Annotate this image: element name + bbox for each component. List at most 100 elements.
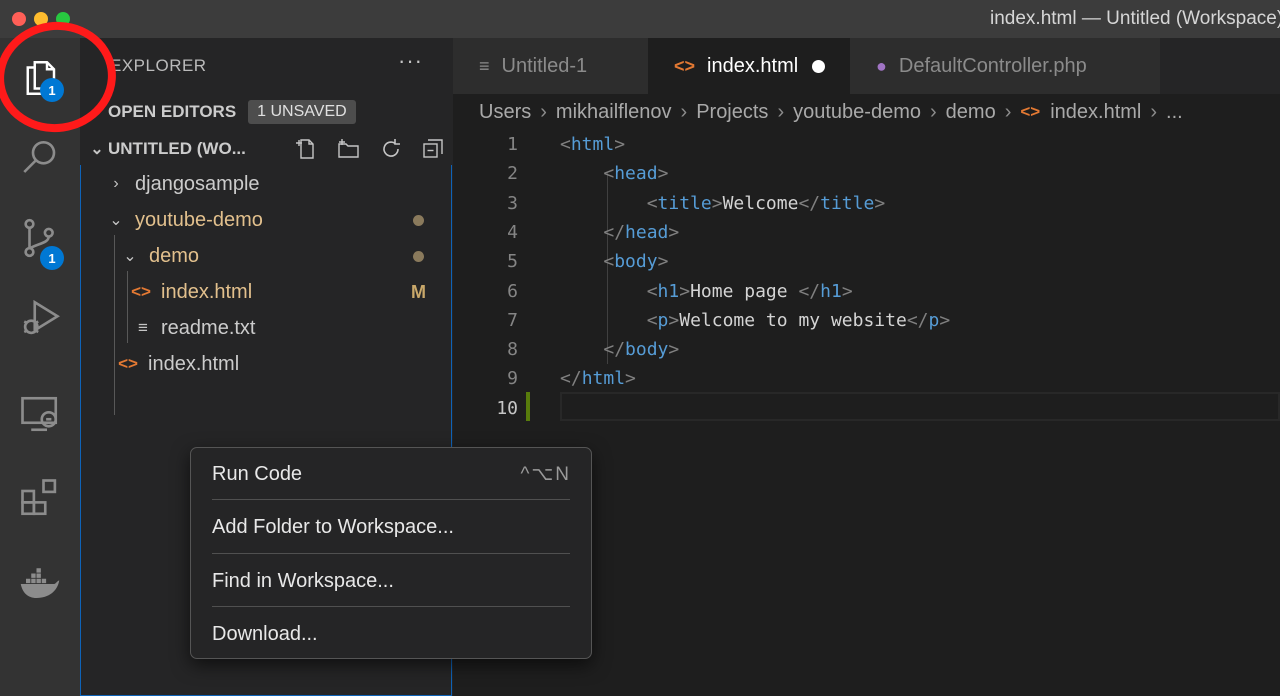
breadcrumb-item[interactable]: Projects — [696, 101, 768, 124]
code-line[interactable]: 9 </html> — [453, 364, 1280, 393]
breadcrumb-item[interactable]: youtube-demo — [793, 101, 921, 124]
new-file-icon[interactable] — [295, 137, 319, 161]
code-editor[interactable]: 1 <html> 2 <head> 3 <title>Welcome</title> 4… — [453, 128, 1280, 428]
menu-item-find-in-workspace[interactable]: Find in Workspace... — [191, 561, 591, 601]
activity-source-control[interactable]: 1 — [0, 198, 80, 278]
code-line[interactable]: 10 — [453, 394, 1280, 423]
run-debug-icon — [23, 299, 61, 335]
code-token: title — [657, 192, 712, 214]
close-window-button[interactable] — [12, 12, 26, 26]
code-token: </ — [603, 339, 626, 361]
code-line[interactable]: 1 <html> — [453, 130, 1280, 159]
unsaved-dot[interactable] — [812, 59, 826, 73]
code-text: <head> — [560, 159, 668, 188]
chevron-down-icon: ⌄ — [123, 248, 137, 265]
menu-item-label: Run Code — [212, 462, 303, 485]
code-token: h1 — [820, 280, 842, 302]
html-file-icon: <> — [1020, 102, 1041, 121]
new-folder-icon[interactable] — [337, 137, 361, 161]
tab-defaultcontroller-php[interactable]: ● DefaultController.php — [850, 38, 1160, 94]
breadcrumb-item[interactable]: Users — [479, 101, 531, 124]
code-token: title — [820, 192, 875, 214]
activity-bar: 1 1 — [0, 38, 80, 696]
tree-item-label: youtube-demo — [135, 208, 263, 231]
code-token: </ — [906, 309, 929, 331]
code-token: </ — [798, 280, 821, 302]
code-token: < — [646, 192, 658, 214]
code-line[interactable]: 8 </body> — [453, 335, 1280, 364]
unsaved-badge: 1 UNSAVED — [248, 100, 356, 124]
search-icon — [23, 140, 56, 173]
breadcrumb-item[interactable]: demo — [946, 101, 996, 124]
code-token: html — [570, 134, 615, 155]
tab-label: DefaultController.php — [898, 54, 1087, 77]
code-token: > — [711, 192, 723, 214]
tree-folder-djangosample[interactable]: › djangosample — [81, 166, 452, 202]
code-line[interactable]: 5 <body> — [453, 247, 1280, 276]
code-token: > — [614, 134, 626, 155]
menu-separator — [212, 606, 570, 607]
line-number: 3 — [507, 192, 518, 214]
breadcrumb-item[interactable]: index.html — [1050, 101, 1141, 124]
line-number: 9 — [507, 368, 518, 390]
code-token: > — [668, 339, 680, 361]
tree-folder-youtube-demo[interactable]: ⌄ youtube-demo — [81, 202, 452, 238]
tree-item-label: djangosample — [135, 172, 260, 195]
tree-file-index-html-root[interactable]: <> index.html — [81, 346, 452, 382]
code-line[interactable]: 6 <h1>Home page </h1> — [453, 277, 1280, 306]
code-token: > — [668, 309, 680, 331]
tab-label: Untitled-1 — [501, 54, 588, 77]
tree-item-label: index.html — [148, 352, 240, 375]
code-text: <title>Welcome</title> — [560, 189, 885, 218]
tree-file-index-html[interactable]: <> index.html M — [81, 274, 452, 310]
code-token: h1 — [657, 280, 680, 302]
activity-extensions[interactable] — [0, 458, 80, 538]
workspace-section[interactable]: ⌄ UNTITLED (WO... — [80, 133, 453, 165]
code-text: </body> — [560, 335, 679, 364]
activity-remote-explorer[interactable] — [0, 374, 80, 454]
code-token: > — [668, 221, 680, 243]
code-token: > — [841, 280, 853, 302]
code-token: p — [657, 309, 669, 331]
code-token: > — [657, 251, 669, 273]
workspace-label: UNTITLED (WO... — [108, 139, 246, 158]
tree-folder-demo[interactable]: ⌄ demo — [81, 238, 452, 274]
breadcrumb-item[interactable]: mikhailflenov — [556, 101, 672, 124]
code-line[interactable]: 4 </head> — [453, 218, 1280, 247]
code-line[interactable]: 2 <head> — [453, 159, 1280, 188]
code-line[interactable]: 3 <title>Welcome</title> — [453, 189, 1280, 218]
code-token: </ — [603, 221, 626, 243]
code-token: Welcome to my website — [679, 309, 907, 331]
collapse-all-icon[interactable] — [421, 137, 445, 161]
code-line[interactable]: 7 <p>Welcome to my website</p> — [453, 306, 1280, 335]
menu-item-download[interactable]: Download... — [191, 614, 591, 654]
text-file-icon: ≡ — [138, 318, 148, 337]
code-text: <html> — [560, 130, 625, 159]
tab-label: index.html — [707, 54, 799, 77]
code-token: < — [560, 134, 571, 155]
menu-item-add-folder[interactable]: Add Folder to Workspace... — [191, 507, 591, 547]
code-token: > — [657, 163, 669, 185]
code-token: Home page — [690, 280, 799, 302]
source-control-badge: 1 — [40, 246, 64, 270]
activity-run-debug[interactable] — [0, 278, 80, 358]
explorer-more-actions-button[interactable]: ··· — [398, 48, 423, 74]
activity-docker[interactable] — [0, 544, 80, 624]
code-token: head — [614, 163, 658, 185]
open-editors-section[interactable]: › OPEN EDITORS 1 UNSAVED — [80, 96, 453, 128]
code-token: head — [625, 221, 669, 243]
code-text: <p>Welcome to my website</p> — [560, 306, 950, 335]
tab-untitled-1[interactable]: ≡ Untitled-1 — [453, 38, 648, 94]
breadcrumb-item[interactable]: ... — [1166, 101, 1183, 124]
refresh-icon[interactable] — [379, 137, 403, 161]
code-token: Welcome — [722, 192, 799, 214]
open-editors-label: OPEN EDITORS — [108, 102, 237, 121]
tab-index-html[interactable]: <> index.html — [648, 38, 850, 94]
tree-file-readme-txt[interactable]: ≡ readme.txt — [81, 310, 452, 346]
code-token: body — [614, 251, 658, 273]
menu-item-run-code[interactable]: Run Code ^⌥N — [191, 454, 591, 494]
explorer-title: EXPLORER — [110, 56, 207, 75]
code-token: < — [646, 280, 658, 302]
chevron-right-icon: › — [540, 100, 547, 123]
